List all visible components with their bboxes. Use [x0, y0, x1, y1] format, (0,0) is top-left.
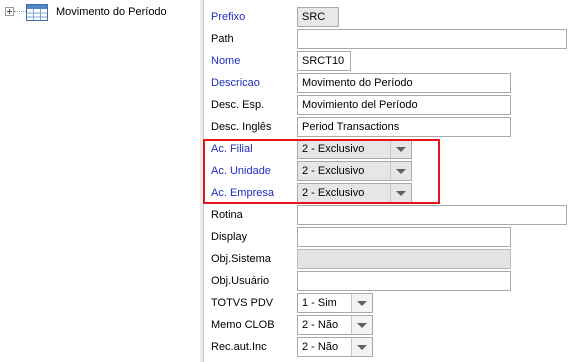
ac-empresa-select[interactable]: 2 - Exclusivo: [297, 183, 412, 203]
row-display: Display: [204, 226, 587, 248]
obj-sistema-label: Obj.Sistema: [211, 253, 271, 265]
ac-empresa-value: 2 - Exclusivo: [302, 187, 365, 199]
properties-form: Prefixo SRC Path Nome SRCT10 Descricao M…: [204, 0, 587, 362]
descricao-field[interactable]: Movimento do Período: [297, 73, 511, 93]
row-desc-esp: Desc. Esp. Movimiento del Período: [204, 94, 587, 116]
nome-field[interactable]: SRCT10: [297, 51, 351, 71]
ac-unidade-select[interactable]: 2 - Exclusivo: [297, 161, 412, 181]
rec-aut-inc-select[interactable]: 2 - Não: [297, 337, 373, 357]
totvs-pdv-select[interactable]: 1 - Sim: [297, 293, 373, 313]
chevron-down-icon[interactable]: [351, 294, 372, 312]
row-ac-filial: Ac. Filial 2 - Exclusivo: [204, 138, 587, 160]
rec-aut-inc-label: Rec.aut.Inc: [211, 341, 267, 353]
chevron-down-icon[interactable]: [390, 140, 411, 158]
row-totvs-pdv: TOTVS PDV 1 - Sim: [204, 292, 587, 314]
row-ac-empresa: Ac. Empresa 2 - Exclusivo: [204, 182, 587, 204]
desc-ingles-label: Desc. Inglês: [211, 121, 272, 133]
chevron-down-icon[interactable]: [390, 184, 411, 202]
desc-esp-label: Desc. Esp.: [211, 99, 265, 111]
obj-usuario-label: Obj.Usuário: [211, 275, 270, 287]
expand-icon[interactable]: [5, 7, 14, 16]
memo-clob-value: 2 - Não: [302, 319, 339, 331]
path-label: Path: [211, 33, 234, 45]
prefixo-field[interactable]: SRC: [297, 7, 339, 27]
tree-panel: Movimento do Período: [0, 0, 201, 362]
totvs-pdv-value: 1 - Sim: [302, 297, 337, 309]
desc-esp-field[interactable]: Movimiento del Período: [297, 95, 511, 115]
path-field[interactable]: [297, 29, 567, 49]
row-obj-sistema: Obj.Sistema: [204, 248, 587, 270]
row-rotina: Rotina: [204, 204, 587, 226]
ac-filial-value: 2 - Exclusivo: [302, 143, 365, 155]
row-rec-aut-inc: Rec.aut.Inc 2 - Não: [204, 336, 587, 358]
row-desc-ingles: Desc. Inglês Period Transactions: [204, 116, 587, 138]
tree-item-label[interactable]: Movimento do Período: [56, 6, 167, 18]
totvs-pdv-label: TOTVS PDV: [211, 297, 274, 309]
rotina-field[interactable]: [297, 205, 567, 225]
ac-unidade-value: 2 - Exclusivo: [302, 165, 365, 177]
row-descricao: Descricao Movimento do Período: [204, 72, 587, 94]
ac-empresa-label: Ac. Empresa: [211, 187, 274, 199]
display-field[interactable]: [297, 227, 511, 247]
nome-label: Nome: [211, 55, 241, 67]
row-prefixo: Prefixo SRC: [204, 6, 587, 28]
row-memo-clob: Memo CLOB 2 - Não: [204, 314, 587, 336]
table-icon: [26, 4, 48, 21]
ac-unidade-label: Ac. Unidade: [211, 165, 271, 177]
memo-clob-label: Memo CLOB: [211, 319, 275, 331]
obj-sistema-field: [297, 249, 511, 269]
chevron-down-icon[interactable]: [351, 316, 372, 334]
ac-filial-select[interactable]: 2 - Exclusivo: [297, 139, 412, 159]
descricao-label: Descricao: [211, 77, 260, 89]
prefixo-label: Prefixo: [211, 11, 246, 23]
row-obj-usuario: Obj.Usuário: [204, 270, 587, 292]
chevron-down-icon[interactable]: [390, 162, 411, 180]
tree-connector: [14, 11, 26, 13]
obj-usuario-field[interactable]: [297, 271, 511, 291]
row-nome: Nome SRCT10: [204, 50, 587, 72]
row-ac-unidade: Ac. Unidade 2 - Exclusivo: [204, 160, 587, 182]
desc-ingles-field[interactable]: Period Transactions: [297, 117, 511, 137]
rec-aut-inc-value: 2 - Não: [302, 341, 339, 353]
row-path: Path: [204, 28, 587, 50]
memo-clob-select[interactable]: 2 - Não: [297, 315, 373, 335]
display-label: Display: [211, 231, 248, 243]
ac-filial-label: Ac. Filial: [211, 143, 253, 155]
chevron-down-icon[interactable]: [351, 338, 372, 356]
rotina-label: Rotina: [211, 209, 243, 221]
